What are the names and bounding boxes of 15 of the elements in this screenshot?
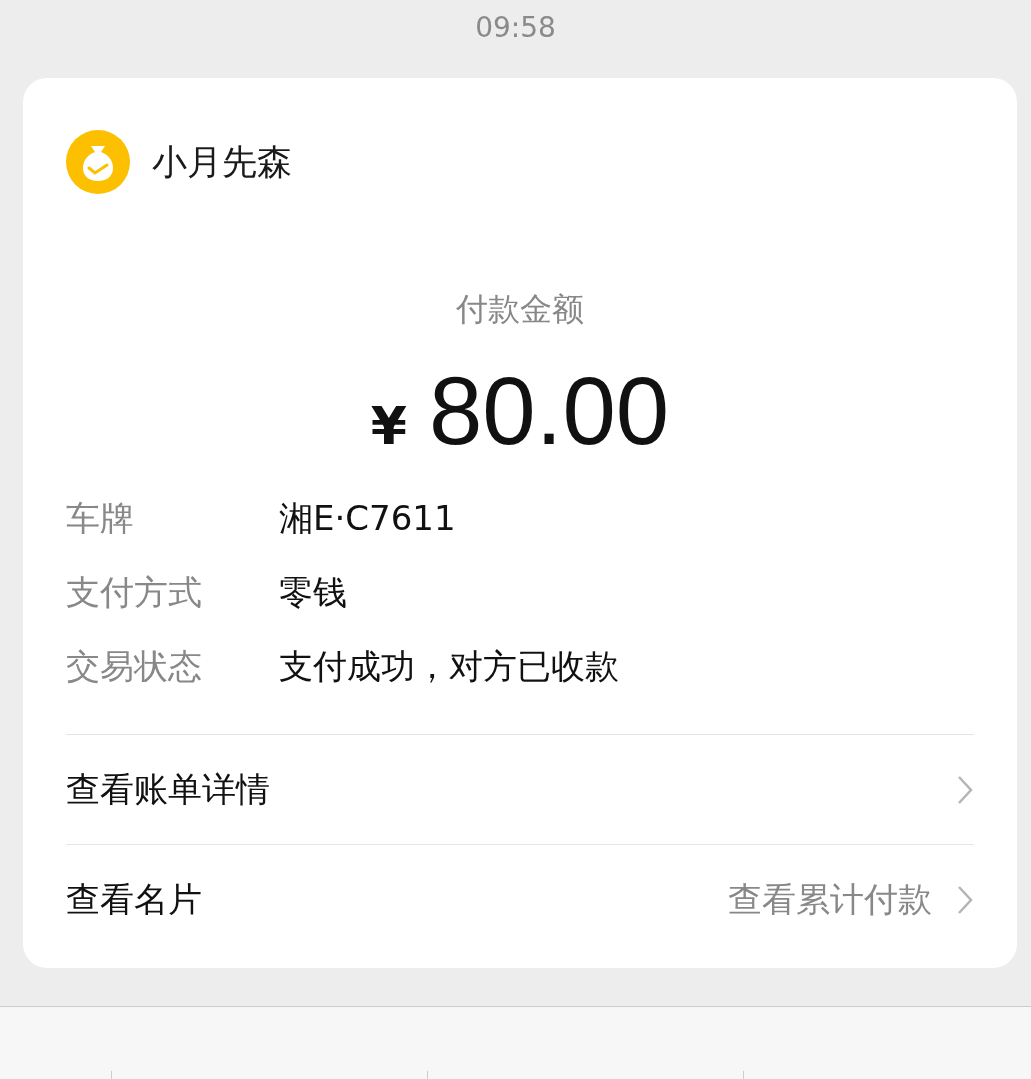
currency-symbol: ¥ [370,396,407,456]
payment-amount: 80.00 [428,356,670,466]
merchant-name: 小月先森 [152,140,292,184]
detail-value: 湘E·C7611 [279,497,456,540]
link-label[interactable]: 查看账单详情 [66,766,956,813]
detail-label: 支付方式 [66,571,203,614]
amount-label: 付款金额 [455,289,585,330]
status-time: 09:58 [475,10,556,44]
link-label[interactable]: 查看名片 [66,876,728,923]
detail-value: 支付成功，对方已收款 [279,645,619,688]
detail-label: 车牌 [66,497,135,540]
money-bag-icon [66,130,130,194]
detail-value: 零钱 [279,571,347,614]
link-extra[interactable]: 查看累计付款 [728,876,932,923]
detail-label: 交易状态 [66,645,203,688]
